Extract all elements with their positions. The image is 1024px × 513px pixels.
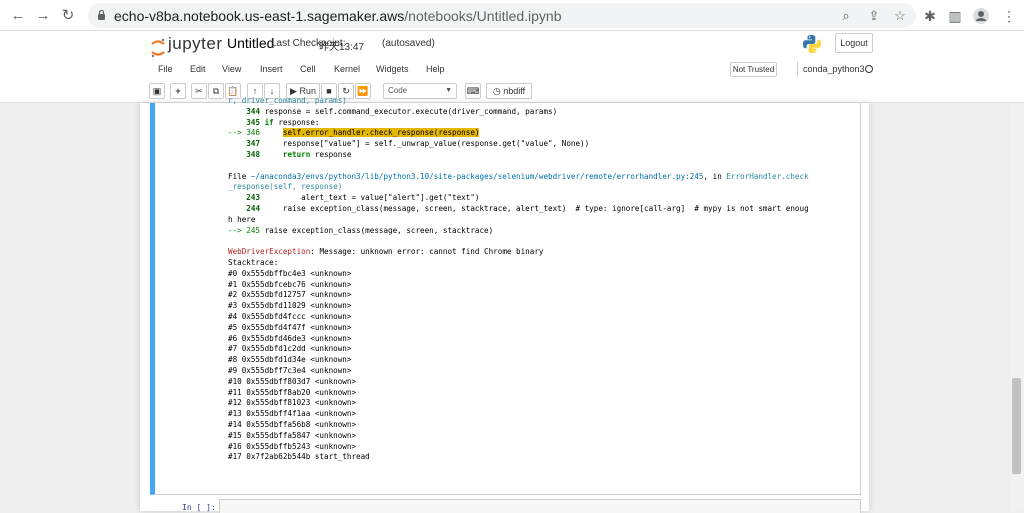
function-name-cont: _response(self, response) bbox=[228, 182, 343, 192]
stack-frame: #2 0x555dbfd12757 <unknown> bbox=[228, 290, 352, 300]
file-in: , in bbox=[703, 171, 727, 181]
python-logo-icon bbox=[803, 35, 821, 53]
code-line: response: bbox=[273, 117, 320, 127]
share-icon[interactable]: ⇪ bbox=[866, 8, 882, 24]
menu-help[interactable]: Help bbox=[426, 64, 445, 74]
profile-avatar-icon[interactable] bbox=[972, 7, 990, 25]
insert-cell-icon[interactable]: + bbox=[170, 83, 186, 99]
code-line: response = self.command_executor.execute… bbox=[260, 106, 558, 116]
stack-frame: #9 0x555dbff7c3e4 <unknown> bbox=[228, 365, 352, 375]
forward-icon[interactable]: → bbox=[33, 6, 53, 26]
stack-frame: #4 0x555dbfd4fccc <unknown> bbox=[228, 311, 352, 321]
nbdiff-label: nbdiff bbox=[503, 86, 526, 96]
stack-frame: #3 0x555dbfd11029 <unknown> bbox=[228, 301, 352, 311]
error-arrow: --> 245 bbox=[228, 225, 261, 235]
browser-toolbar: ← → ↻ echo-v8ba.notebook.us-east-1.sagem… bbox=[0, 0, 1024, 31]
copy-icon[interactable]: ⧉ bbox=[208, 83, 224, 99]
save-icon[interactable]: ▣ bbox=[149, 83, 165, 99]
zoom-icon[interactable]: ⌕ bbox=[838, 8, 854, 24]
url-text[interactable]: echo-v8ba.notebook.us-east-1.sagemaker.a… bbox=[114, 8, 562, 24]
function-name: ErrorHandler.check bbox=[726, 171, 809, 181]
line-number: 243 bbox=[246, 193, 261, 203]
menu-widgets[interactable]: Widgets bbox=[376, 64, 409, 74]
menu-cell[interactable]: Cell bbox=[300, 64, 316, 74]
stack-frame: #12 0x555dbff81023 <unknown> bbox=[228, 398, 357, 408]
error-arrow: --> 346 bbox=[228, 128, 261, 138]
keyword: if bbox=[264, 117, 274, 127]
code-line: response["value"] = self._unwrap_value(r… bbox=[282, 139, 590, 149]
selected-code-cell[interactable]: r, driver_command, params) 344 response … bbox=[150, 96, 861, 495]
code-line: raise exception_class(message, screen, s… bbox=[264, 225, 494, 235]
stack-frame: #0 0x555dbffbc4e3 <unknown> bbox=[228, 268, 352, 278]
logout-button[interactable]: Logout bbox=[835, 33, 873, 53]
stack-frame: #15 0x555dbffa5847 <unknown> bbox=[228, 430, 357, 440]
exception-message: : Message: unknown error: cannot find Ch… bbox=[310, 247, 544, 257]
stack-frame: #13 0x555dbff4f1aa <unknown> bbox=[228, 409, 357, 419]
menu-insert[interactable]: Insert bbox=[260, 64, 283, 74]
line-number: 347 bbox=[246, 139, 261, 149]
stack-frame: #5 0x555dbfd4f47f <unknown> bbox=[228, 322, 352, 332]
file-path-link[interactable]: ~/anaconda3/envs/python3/lib/python3.10/… bbox=[251, 172, 704, 181]
checkpoint-time: 昨天13:47 bbox=[319, 42, 365, 53]
stack-frame: #11 0x555dbff8ab20 <unknown> bbox=[228, 387, 357, 397]
jupyter-brand[interactable]: jupyter bbox=[168, 34, 223, 54]
stack-frame: #17 0x7f2ab62b544b start_thread bbox=[228, 452, 370, 462]
kernel-idle-indicator-icon bbox=[865, 65, 873, 73]
menu-view[interactable]: View bbox=[222, 64, 241, 74]
stack-frame: #10 0x555dbff803d7 <unknown> bbox=[228, 376, 357, 386]
jupyter-logo-icon bbox=[151, 38, 165, 58]
bookmark-star-icon[interactable]: ☆ bbox=[892, 8, 908, 24]
code-line: alert_text = value["alert"].get("text") bbox=[301, 193, 480, 203]
file-label: File bbox=[228, 171, 251, 181]
notebook-title[interactable]: Untitled bbox=[227, 35, 274, 51]
autosave-status: (autosaved) bbox=[382, 38, 435, 49]
lock-icon[interactable] bbox=[97, 9, 106, 21]
line-number: 244 bbox=[246, 203, 261, 213]
keyword: return bbox=[282, 149, 311, 159]
output-line: r, driver_command, params) bbox=[228, 96, 347, 105]
highlighted-error-call: self.error_handler.check_response(respon… bbox=[282, 128, 480, 138]
run-label: Run bbox=[299, 86, 316, 96]
code-line: raise exception_class(message, screen, s… bbox=[282, 203, 809, 213]
stacktrace-label: Stacktrace: bbox=[228, 257, 279, 267]
kernel-name[interactable]: conda_python3 bbox=[803, 64, 865, 74]
stack-frame: #8 0x555dbfd1d34e <unknown> bbox=[228, 355, 352, 365]
address-bar[interactable]: echo-v8ba.notebook.us-east-1.sagemaker.a… bbox=[88, 3, 916, 28]
stack-frame: #16 0x555dbffb5243 <unknown> bbox=[228, 441, 357, 451]
more-menu-icon[interactable]: ⋮ bbox=[1000, 7, 1018, 25]
notebook-container: r, driver_command, params) 344 response … bbox=[140, 96, 869, 513]
trust-status-button[interactable]: Not Trusted bbox=[730, 62, 777, 77]
code-line-cont: h here bbox=[228, 214, 256, 224]
menu-edit[interactable]: Edit bbox=[190, 64, 206, 74]
code-line: response bbox=[310, 149, 352, 159]
line-number: 348 bbox=[246, 149, 261, 159]
extensions-icon[interactable]: ✱ bbox=[921, 7, 939, 25]
line-number: 344 bbox=[246, 106, 261, 116]
run-icon: ▶ bbox=[290, 86, 297, 96]
stack-frame: #14 0x555dbffa56b8 <unknown> bbox=[228, 419, 357, 429]
stack-frame: #6 0x555dbfd46de3 <unknown> bbox=[228, 333, 352, 343]
page-scrollbar-thumb[interactable] bbox=[1012, 378, 1021, 474]
stack-frame: #7 0x555dbfd1c2dd <unknown> bbox=[228, 344, 352, 354]
line-number: 345 bbox=[246, 117, 261, 127]
kernel-separator bbox=[797, 62, 798, 77]
exception-name: WebDriverException bbox=[228, 247, 311, 257]
history-icon: ◷ bbox=[492, 86, 501, 96]
menu-file[interactable]: File bbox=[158, 64, 173, 74]
cut-icon[interactable]: ✂ bbox=[191, 83, 207, 99]
side-panel-icon[interactable]: ▥ bbox=[946, 7, 964, 25]
menu-kernel[interactable]: Kernel bbox=[334, 64, 360, 74]
cell-output-traceback: r, driver_command, params) 344 response … bbox=[228, 96, 858, 463]
back-icon[interactable]: ← bbox=[8, 6, 28, 26]
reload-icon[interactable]: ↻ bbox=[58, 6, 78, 26]
cell-type-value: Code bbox=[388, 86, 408, 95]
stack-frame: #1 0x555dbfcebc76 <unknown> bbox=[228, 279, 352, 289]
jupyter-header: jupyter Untitled Last Checkpoint: 昨天13:4… bbox=[0, 31, 1024, 103]
